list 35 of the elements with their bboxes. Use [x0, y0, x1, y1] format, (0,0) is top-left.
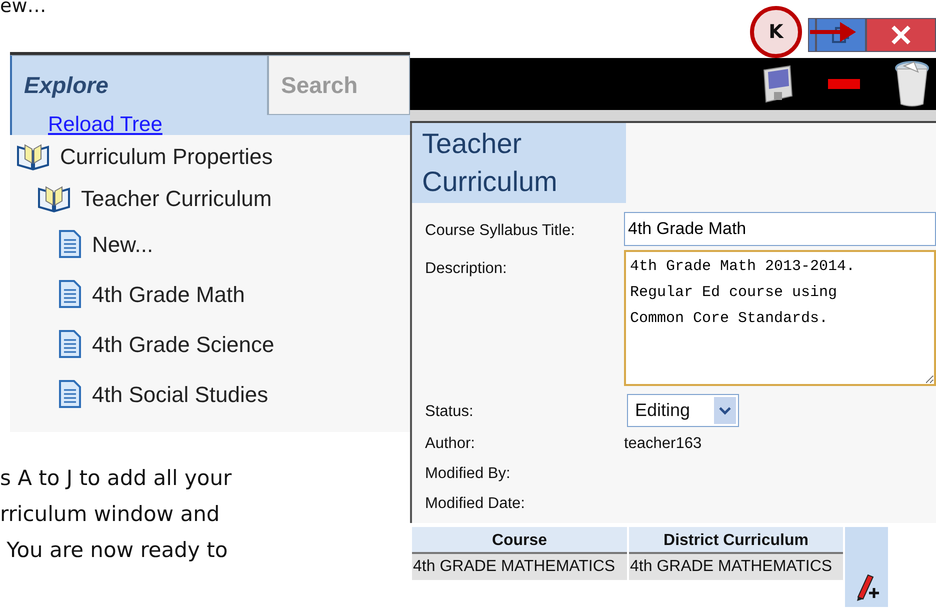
field-label: Modified By: [424, 464, 512, 484]
trash-can-icon[interactable] [894, 60, 930, 108]
field-value: teacher163 [624, 435, 702, 452]
document-icon [58, 229, 82, 259]
document-text: ew… [0, 0, 46, 17]
text-field[interactable]: 4th Grade Math [624, 212, 936, 246]
tree-item[interactable]: 4th Social Studies [92, 378, 268, 410]
column-header: District Curriculum [629, 527, 843, 554]
close-button[interactable] [866, 18, 936, 52]
caret-icon [714, 397, 736, 424]
document-icon [58, 379, 82, 409]
tree-item[interactable]: 4th Grade Science [92, 328, 274, 360]
callout-badge: K [750, 6, 802, 58]
status-dropdown[interactable]: Editing [627, 394, 739, 427]
field-label: Description: [424, 259, 508, 279]
tree-item[interactable]: Teacher Curriculum [81, 182, 272, 214]
close-icon [890, 25, 912, 45]
callout-arrow [810, 20, 856, 44]
add-button[interactable] [845, 527, 888, 607]
form-title: Teacher Curriculum [412, 123, 626, 203]
field-label: Status: [424, 402, 474, 422]
table-cell: 4th GRADE MATHEMATICS [629, 554, 843, 580]
field-label: Author: [424, 434, 476, 454]
table-cell: 4th GRADE MATHEMATICS [412, 554, 627, 580]
field-label: Course Syllabus Title: [424, 221, 576, 241]
tab[interactable]: Explore [10, 55, 268, 115]
document-icon [58, 329, 82, 359]
tree-item[interactable]: New... [92, 228, 154, 260]
tree-item[interactable]: 4th Grade Math [92, 278, 245, 310]
description-field[interactable]: 4th Grade Math 2013-2014. Regular Ed course using Common Core Standards. [624, 250, 936, 386]
column-header: Course [412, 527, 627, 554]
document-paragraph: s A to J to add all your rriculum window and You are now ready to [0, 465, 233, 564]
field-label: Modified Date: [424, 494, 526, 514]
document-icon [58, 279, 82, 309]
tree-item[interactable]: Curriculum Properties [60, 140, 273, 172]
